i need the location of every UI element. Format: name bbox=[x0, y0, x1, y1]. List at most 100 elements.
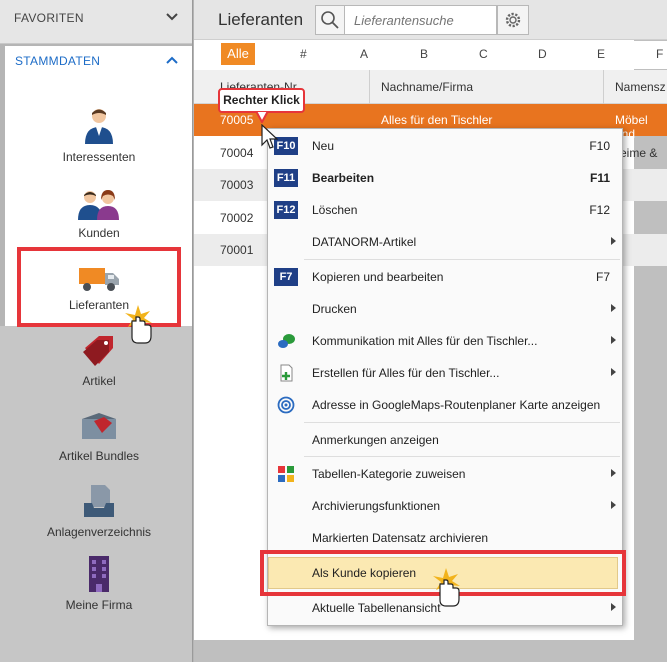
cell-name: Alles für den Tischler bbox=[381, 113, 493, 127]
sidebar-item-label: Interessenten bbox=[62, 150, 136, 164]
cell-nr: 70002 bbox=[220, 211, 254, 225]
new-document-icon bbox=[280, 364, 293, 382]
sidebar-item-artikel[interactable]: Artikel bbox=[5, 334, 193, 388]
column-divider[interactable] bbox=[369, 70, 370, 104]
person-icon bbox=[85, 109, 113, 144]
search-input[interactable] bbox=[346, 6, 496, 34]
menu-item-label: Archivierungsfunktionen bbox=[312, 499, 441, 513]
menu-shortcut: F7 bbox=[595, 270, 610, 284]
target-icon bbox=[277, 396, 295, 414]
menu-item-drucken[interactable]: Drucken bbox=[268, 293, 622, 325]
cell-extra: eime & bbox=[620, 146, 658, 160]
menu-item-kommunikation[interactable]: Kommunikation mit Alles für den Tischler… bbox=[268, 325, 622, 357]
search-icon bbox=[321, 11, 339, 29]
menu-item-erstellen[interactable]: Erstellen für Alles für den Tischler... bbox=[268, 357, 622, 389]
menu-shortcut: F12 bbox=[589, 203, 610, 217]
sidebar-item-label: Anlagenverzeichnis bbox=[46, 525, 152, 539]
chevron-up-icon[interactable] bbox=[164, 52, 180, 68]
menu-item-label: Erstellen für Alles für den Tischler... bbox=[312, 366, 500, 380]
submenu-arrow-icon bbox=[611, 469, 616, 477]
sidebar-item-meine-firma[interactable]: Meine Firma bbox=[5, 554, 193, 612]
sidebar-item-interessenten[interactable]: Interessenten bbox=[5, 106, 193, 164]
menu-item-label: Löschen bbox=[312, 203, 358, 217]
column-header-name[interactable]: Nachname/Firma bbox=[381, 80, 473, 94]
menu-item-loeschen[interactable]: F12 Löschen F12 bbox=[268, 194, 622, 226]
menu-item-kopieren-bearbeiten[interactable]: F7 Kopieren und bearbeiten F7 bbox=[268, 261, 622, 293]
search-button[interactable] bbox=[315, 5, 345, 35]
cell-nr: 70005 bbox=[220, 113, 254, 127]
filter-letter[interactable]: D bbox=[538, 47, 547, 61]
sidebar-item-kunden[interactable]: Kunden bbox=[5, 188, 193, 240]
gear-icon bbox=[505, 12, 521, 28]
menu-item-label: DATANORM-Artikel bbox=[312, 235, 417, 249]
menu-item-label: Drucken bbox=[312, 302, 357, 316]
submenu-arrow-icon bbox=[611, 237, 616, 245]
f12-key-icon: F12 bbox=[274, 201, 298, 219]
sidebar-item-label: Artikel bbox=[82, 374, 116, 388]
favoriten-label: FAVORITEN bbox=[14, 11, 84, 25]
right-click-callout: Rechter Klick bbox=[218, 88, 305, 113]
menu-item-neu[interactable]: F10 Neu F10 bbox=[268, 130, 622, 162]
menu-item-tabellen-kategorie[interactable]: Tabellen-Kategorie zuweisen bbox=[268, 458, 622, 490]
menu-item-label: Bearbeiten bbox=[312, 171, 375, 185]
stammdaten-label[interactable]: STAMMDATEN bbox=[15, 54, 100, 68]
main-panel-bottom bbox=[194, 640, 634, 662]
menu-item-label: Tabellen-Kategorie zuweisen bbox=[312, 467, 466, 481]
hand-cursor-icon bbox=[125, 305, 152, 344]
inbox-file-icon bbox=[84, 485, 114, 517]
building-icon bbox=[89, 556, 109, 592]
cell-nr: 70003 bbox=[220, 178, 254, 192]
menu-separator bbox=[304, 259, 620, 260]
menu-shortcut: F10 bbox=[589, 139, 610, 153]
menu-item-googlemaps[interactable]: Adresse in GoogleMaps-Routenplaner Karte… bbox=[268, 389, 622, 421]
f7-key-icon: F7 bbox=[274, 268, 298, 286]
people-icon bbox=[78, 190, 119, 220]
menu-separator bbox=[304, 422, 620, 423]
menu-item-label: Markierten Datensatz archivieren bbox=[312, 531, 489, 545]
menu-item-archivierung[interactable]: Archivierungsfunktionen bbox=[268, 490, 622, 522]
truck-icon bbox=[79, 268, 119, 291]
filter-letter[interactable]: C bbox=[479, 47, 488, 61]
menu-item-bearbeiten[interactable]: F11 Bearbeiten F11 bbox=[268, 162, 622, 194]
submenu-arrow-icon bbox=[611, 501, 616, 509]
sidebar-item-artikel-bundles[interactable]: Artikel Bundles bbox=[5, 411, 193, 463]
column-header-namensz[interactable]: Namensz bbox=[615, 80, 666, 94]
arrow-cursor-icon bbox=[261, 124, 278, 149]
menu-item-label: Kopieren und bearbeiten bbox=[312, 270, 444, 284]
hand-cursor-icon bbox=[433, 568, 460, 607]
callout-tail bbox=[256, 111, 268, 123]
f11-key-icon: F11 bbox=[274, 169, 298, 187]
sidebar-item-label: Artikel Bundles bbox=[58, 449, 140, 463]
submenu-arrow-icon bbox=[611, 336, 616, 344]
sidebar-item-label: Lieferanten bbox=[68, 298, 130, 312]
chat-bubbles-icon bbox=[278, 334, 295, 348]
settings-button[interactable] bbox=[497, 5, 529, 35]
sidebar-item-lieferanten[interactable]: Lieferanten bbox=[5, 266, 193, 312]
submenu-arrow-icon bbox=[611, 304, 616, 312]
filter-letter[interactable]: B bbox=[420, 47, 428, 61]
submenu-arrow-icon bbox=[611, 368, 616, 376]
menu-shortcut: F11 bbox=[589, 171, 610, 185]
chevron-down-icon[interactable] bbox=[164, 8, 180, 24]
color-grid-icon bbox=[278, 466, 294, 482]
filter-alle-button[interactable]: Alle bbox=[221, 43, 255, 65]
sidebar-item-anlagenverzeichnis[interactable]: Anlagenverzeichnis bbox=[5, 483, 193, 539]
filter-letter[interactable]: A bbox=[360, 47, 368, 61]
cell-nr: 70001 bbox=[220, 243, 254, 257]
box-tag-icon bbox=[82, 413, 116, 439]
menu-item-label: Anmerkungen anzeigen bbox=[312, 433, 439, 447]
tag-icon bbox=[83, 336, 113, 366]
filter-letter[interactable]: F bbox=[656, 47, 663, 61]
column-divider[interactable] bbox=[603, 70, 604, 104]
sidebar-item-label: Kunden bbox=[78, 226, 120, 240]
submenu-arrow-icon bbox=[611, 603, 616, 611]
filter-letter[interactable]: E bbox=[597, 47, 605, 61]
menu-separator bbox=[304, 456, 620, 457]
menu-item-anmerkungen[interactable]: Anmerkungen anzeigen bbox=[268, 424, 622, 456]
menu-item-datanorm-artikel[interactable]: DATANORM-Artikel bbox=[268, 226, 622, 258]
menu-item-label: Kommunikation mit Alles für den Tischler… bbox=[312, 334, 538, 348]
menu-item-label: Adresse in GoogleMaps-Routenplaner Karte… bbox=[312, 398, 601, 412]
menu-item-label: Aktuelle Tabellenansicht bbox=[312, 601, 441, 615]
filter-letter[interactable]: # bbox=[300, 47, 307, 61]
cell-nr: 70004 bbox=[220, 146, 254, 160]
